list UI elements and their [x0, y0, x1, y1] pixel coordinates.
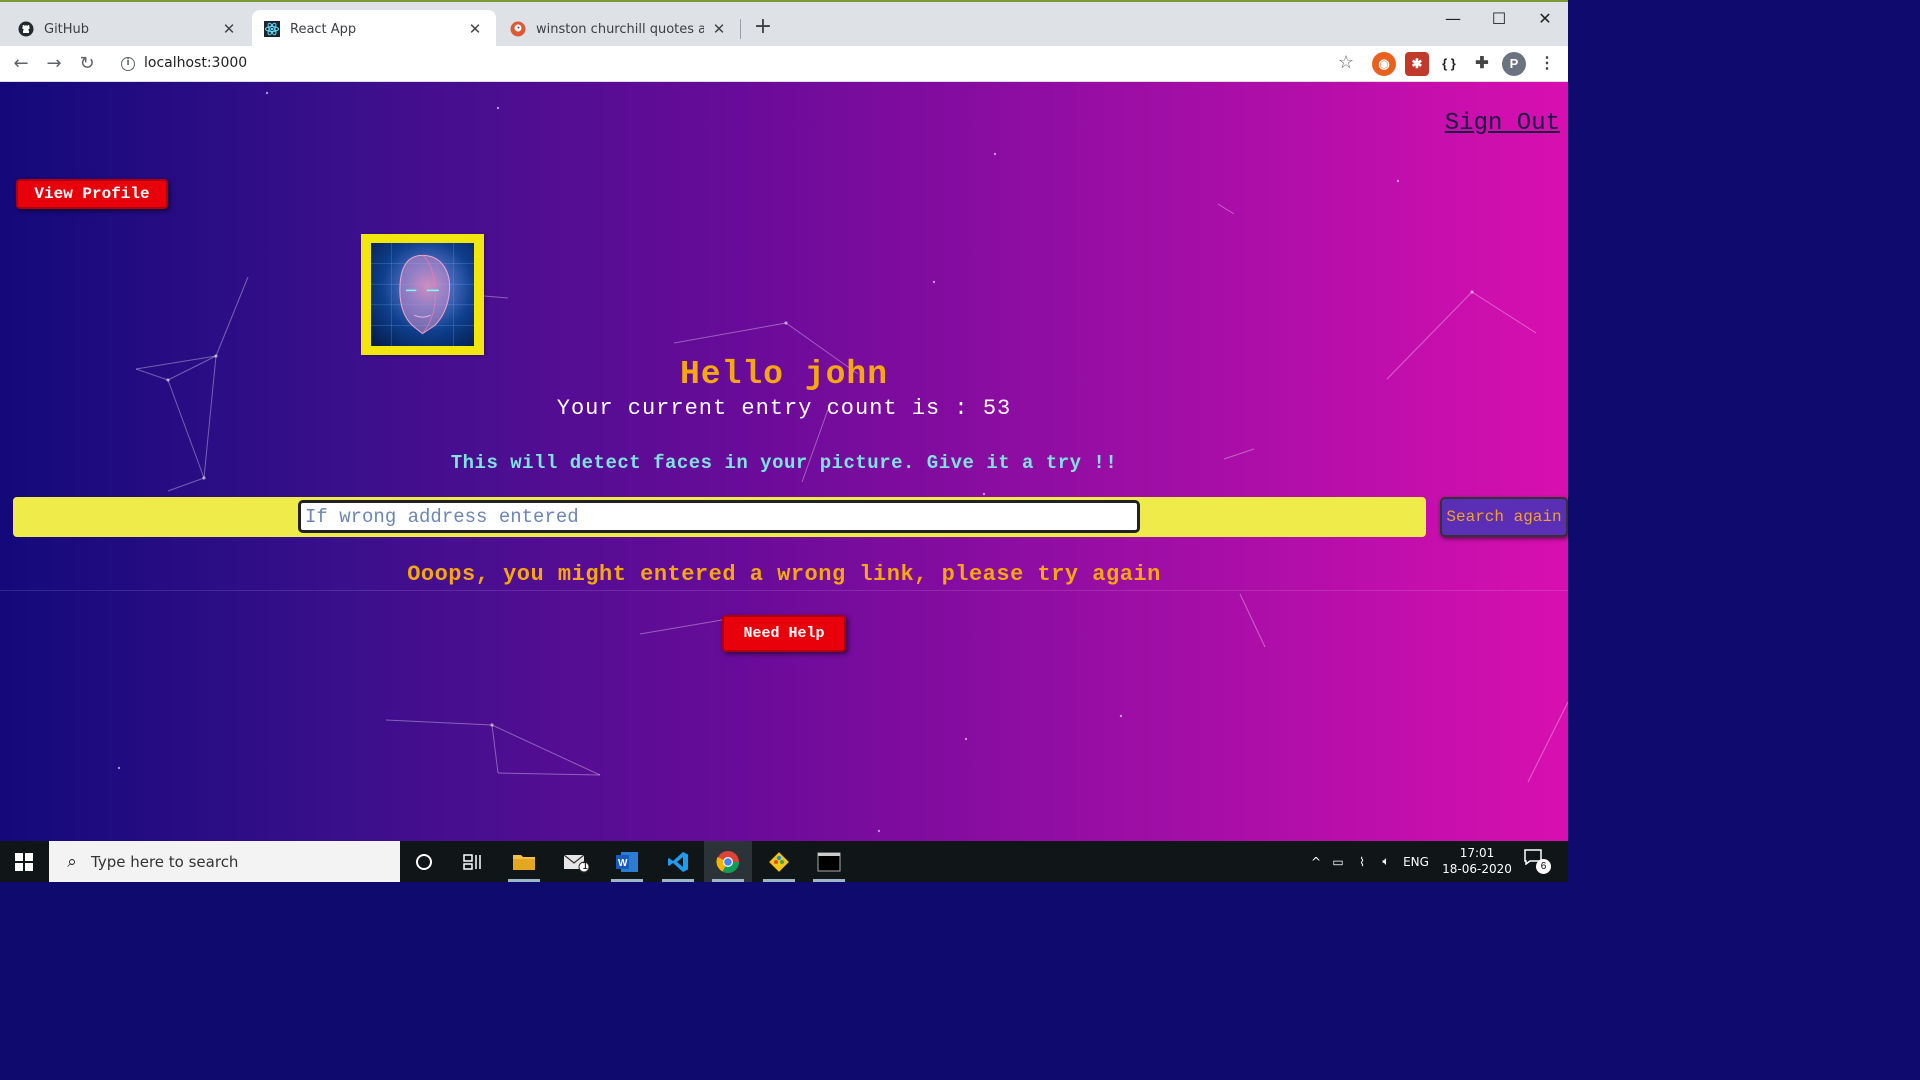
git-kraken-icon[interactable] [755, 841, 803, 882]
taskbar-search-box[interactable]: ⌕ Type here to search [49, 841, 400, 882]
tab-title: React App [290, 21, 357, 37]
tab-separator [740, 19, 741, 39]
browser-toolbar: ← → ↻ i localhost:3000 ☆ ◉ ✱ { } ✚ P ⋮ [0, 46, 1568, 82]
file-explorer-icon[interactable] [500, 841, 548, 882]
new-tab-button[interactable]: + [750, 14, 776, 40]
volume-icon[interactable]: 🔈︎ [1374, 854, 1398, 869]
error-message: Ooops, you might entered a wrong link, p… [407, 562, 1161, 587]
svg-text:W: W [618, 858, 628, 869]
extension-duckduckgo-icon[interactable]: ◉ [1372, 52, 1396, 76]
wifi-icon[interactable]: ⌇ [1350, 855, 1374, 869]
app-logo[interactable] [361, 234, 484, 355]
windows-logo-icon [15, 852, 33, 871]
clock-time: 17:01 [1459, 846, 1495, 860]
close-icon[interactable]: ✕ [710, 20, 728, 38]
view-profile-button[interactable]: View Profile [16, 179, 168, 209]
search-icon: ⌕ [67, 851, 77, 871]
react-icon [264, 21, 280, 37]
show-hidden-icons-chevron-icon[interactable]: ^ [1306, 855, 1326, 869]
back-button[interactable]: ← [9, 52, 33, 76]
url-text[interactable]: localhost:3000 [144, 55, 247, 71]
system-tray: ^ ▭ ⌇ 🔈︎ ENG [1306, 841, 1434, 882]
clock-date: 18-06-2020 [1442, 862, 1512, 876]
extensions-puzzle-icon[interactable]: ✚ [1470, 52, 1494, 76]
image-url-input[interactable] [298, 500, 1140, 533]
tab-github[interactable]: GitHub ✕ [6, 10, 250, 48]
task-view-icon[interactable] [449, 841, 497, 882]
maximize-button[interactable]: ☐ [1476, 6, 1522, 32]
windows-taskbar: ⌕ Type here to search 1 W ^ ▭ ⌇ 🔈︎ ENG 1… [0, 841, 1568, 882]
mail-icon[interactable]: 1 [552, 841, 600, 882]
start-button[interactable] [0, 841, 48, 882]
mail-badge: 1 [582, 861, 589, 872]
divider [0, 590, 1568, 591]
taskbar-search-placeholder: Type here to search [91, 852, 239, 871]
face-logo-image [371, 243, 474, 346]
close-icon[interactable]: ✕ [220, 20, 238, 38]
duckduckgo-icon [510, 21, 526, 37]
browser-tab-strip: GitHub ✕ React App ✕ winston churchill q… [0, 0, 1568, 48]
forward-button[interactable]: → [42, 52, 66, 76]
chrome-icon[interactable] [704, 841, 752, 882]
language-indicator[interactable]: ENG [1398, 855, 1434, 869]
battery-icon[interactable]: ▭ [1326, 855, 1350, 869]
need-help-button[interactable]: Need Help [722, 615, 846, 652]
menu-kebab-icon[interactable]: ⋮ [1535, 52, 1559, 76]
minimize-button[interactable]: — [1430, 6, 1476, 32]
bookmark-star-icon[interactable]: ☆ [1338, 52, 1354, 73]
detect-instruction-text: This will detect faces in your picture. … [450, 452, 1118, 474]
info-icon[interactable]: i [121, 57, 135, 71]
reload-button[interactable]: ↻ [75, 52, 99, 76]
word-icon[interactable]: W [603, 841, 651, 882]
terminal-icon[interactable] [805, 841, 853, 882]
sign-out-link[interactable]: Sign Out [1445, 110, 1560, 137]
address-bar[interactable]: i localhost:3000 ☆ [112, 49, 1364, 79]
notification-count-badge: 6 [1536, 859, 1551, 874]
page-content: Sign Out View Profile Hello john Your cu… [0, 82, 1568, 841]
entry-count-text: Your current entry count is : 53 [556, 396, 1012, 421]
tab-title: winston churchill quotes at DuckDuckGo [536, 21, 704, 37]
greeting-heading: Hello john [679, 356, 889, 393]
extension-json-icon[interactable]: { } [1437, 52, 1461, 76]
tab-title: GitHub [44, 21, 90, 37]
github-icon [18, 21, 34, 37]
taskbar-clock[interactable]: 17:01 18-06-2020 [1440, 845, 1514, 877]
search-again-button[interactable]: Search again [1440, 497, 1568, 537]
extension-red-icon[interactable]: ✱ [1405, 52, 1429, 76]
close-icon[interactable]: ✕ [466, 20, 484, 38]
cortana-icon[interactable] [400, 841, 448, 882]
vscode-icon[interactable] [654, 841, 702, 882]
tab-duckduckgo[interactable]: winston churchill quotes at DuckDuckGo ✕ [498, 10, 740, 48]
profile-avatar[interactable]: P [1502, 52, 1526, 76]
action-center-icon[interactable]: 6 [1524, 849, 1551, 874]
tab-react-app[interactable]: React App ✕ [252, 10, 496, 48]
close-window-button[interactable]: ✕ [1522, 6, 1568, 32]
